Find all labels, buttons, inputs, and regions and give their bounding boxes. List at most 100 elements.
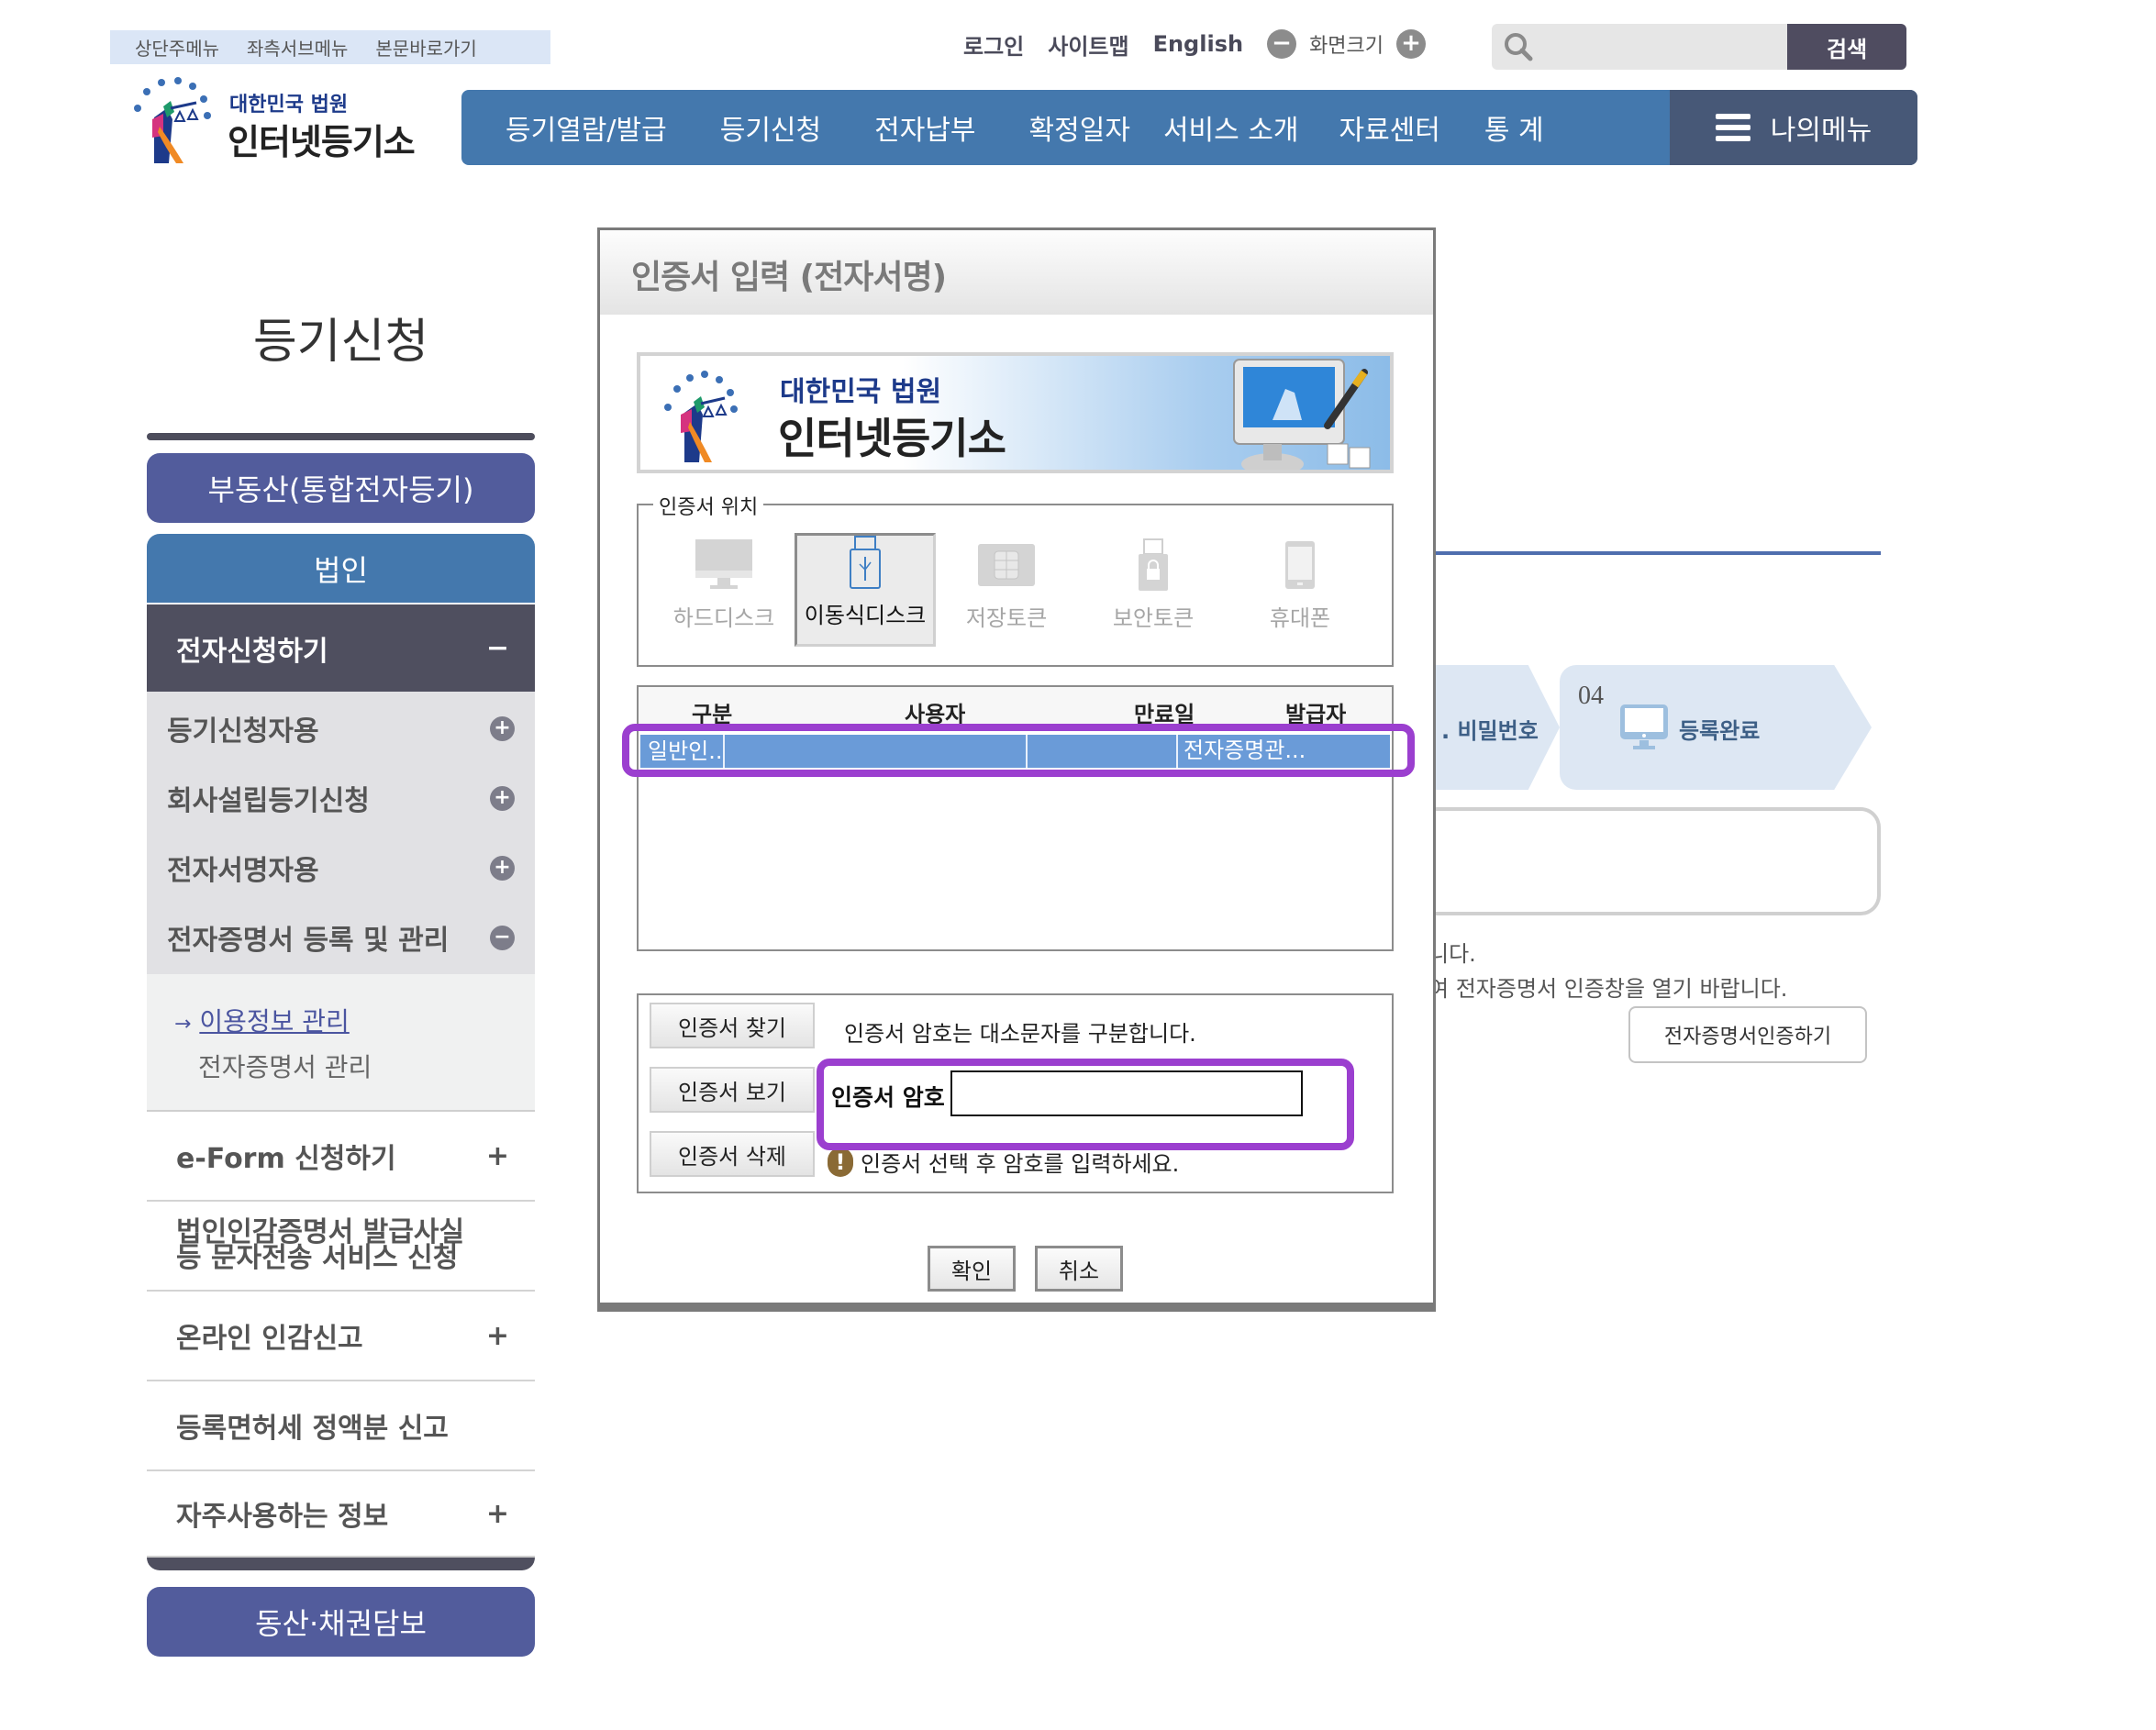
expand-icon: +: [490, 715, 515, 741]
sidebar-item-label-line2: 등 문자전송 서비스 신청: [176, 1242, 459, 1274]
monitor-icon: [1620, 704, 1668, 749]
skip-to-left-menu-link[interactable]: 좌측서브메뉴: [247, 34, 348, 61]
court-emblem-icon: [664, 371, 738, 462]
lock-token-icon: [1137, 538, 1170, 593]
sidebar-item-label: 회사설립등기신청: [167, 785, 370, 817]
search-bar: 검색: [1492, 24, 1906, 70]
sidebar-item-license-tax[interactable]: 등록면허세 정액분 신고: [147, 1381, 535, 1471]
sidebar-link-usage-info[interactable]: → 이용정보 관리: [174, 1002, 350, 1038]
nav-item-service-intro[interactable]: 서비스 소개: [1163, 107, 1339, 148]
dialog-header: 인증서 입력 (전자서명): [600, 230, 1433, 315]
sidebar-item-label: 등기신청자용: [167, 715, 319, 748]
certificate-dialog: 인증서 입력 (전자서명) 대한민국 법원 인터넷등기소 인증서 위치 하드디스…: [597, 227, 1436, 1312]
view-certificate-button[interactable]: 인증서 보기: [650, 1067, 815, 1113]
nav-item-fixed-date[interactable]: 확정일자: [1029, 107, 1163, 148]
step-4-label: 등록완료: [1679, 718, 1761, 744]
cancel-button[interactable]: 취소: [1035, 1246, 1123, 1292]
ok-button[interactable]: 확인: [928, 1246, 1016, 1292]
step-3-label: . 비밀번호: [1441, 718, 1539, 744]
arrow-right-icon: →: [174, 1013, 192, 1036]
case-sensitive-note: 인증서 암호는 대소문자를 구분합니다.: [844, 1021, 1196, 1047]
sidebar-e-apply-label: 전자신청하기: [176, 635, 328, 668]
dialog-banner: 대한민국 법원 인터넷등기소: [637, 352, 1394, 473]
sidebar-e-certificate-submenu: → 이용정보 관리 전자증명서 관리: [147, 974, 535, 1112]
english-link[interactable]: English: [1153, 31, 1243, 57]
nav-item-statistics[interactable]: 통 계: [1484, 107, 1544, 148]
step-4: 04 등록완료: [1560, 665, 1872, 790]
sidebar-bottom-cap: [147, 1556, 535, 1570]
nav-item-registration-apply[interactable]: 등기신청: [720, 107, 874, 148]
warning-message: ! 인증서 선택 후 암호를 입력하세요.: [828, 1146, 1179, 1178]
sidebar-link-cert-manage[interactable]: 전자증명서 관리: [198, 1048, 372, 1084]
location-removable-disk[interactable]: 이동식디스크: [795, 533, 936, 647]
step-4-number: 04: [1578, 682, 1604, 710]
expand-icon: +: [490, 785, 515, 811]
delete-certificate-button[interactable]: 인증서 삭제: [650, 1131, 815, 1177]
location-label: 휴대폰: [1269, 605, 1331, 631]
banner-site-name: 인터넷등기소: [778, 414, 1006, 463]
sidebar-real-estate-button[interactable]: 부동산(통합전자등기): [147, 453, 535, 523]
nav-item-e-payment[interactable]: 전자납부: [874, 107, 1028, 148]
chip-card-icon: [976, 538, 1037, 593]
collapse-icon: −: [485, 632, 509, 664]
sidebar-link-label: 이용정보 관리: [199, 1006, 350, 1037]
table-header: 구분 사용자 만료일 발급자: [639, 687, 1392, 727]
nav-item-data-center[interactable]: 자료센터: [1339, 107, 1484, 148]
sidebar-item-company-setup[interactable]: 회사설립등기신청 +: [147, 763, 535, 833]
sidebar-item-sms-service[interactable]: 법인인감증명서 발급사실 등 문자전송 서비스 신청: [147, 1202, 535, 1292]
certificate-location-group: 인증서 위치 하드디스크 이동식디스크 저장토큰 보안토큰 휴대폰: [637, 491, 1394, 667]
skip-to-top-menu-link[interactable]: 상단주메뉴: [135, 34, 219, 61]
sidebar-item-online-seal[interactable]: 온라인 인감신고 +: [147, 1292, 535, 1381]
search-input[interactable]: [1544, 24, 1788, 70]
sidebar-item-e-certificate[interactable]: 전자증명서 등록 및 관리 −: [147, 903, 535, 972]
location-storage-token[interactable]: 저장토큰: [936, 533, 1077, 647]
sidebar-movable-collateral-button[interactable]: 동산·채권담보: [147, 1587, 535, 1657]
sidebar-item-label: 온라인 인감신고: [176, 1323, 363, 1355]
section-divider: [1434, 551, 1881, 555]
location-label: 보안토큰: [1112, 605, 1195, 631]
plus-icon: +: [485, 1319, 509, 1352]
zoom-out-button[interactable]: −: [1267, 29, 1297, 59]
skip-navigation: 상단주메뉴 좌측서브메뉴 본문바로가기: [110, 30, 550, 64]
court-emblem-icon: [134, 77, 211, 163]
zoom-in-button[interactable]: +: [1396, 29, 1427, 59]
sidebar-corporation-header[interactable]: 법인: [147, 534, 535, 603]
nav-item-view-issue[interactable]: 등기열람/발급: [506, 107, 720, 148]
sitemap-link[interactable]: 사이트맵: [1048, 28, 1128, 61]
sidebar-title: 등기신청: [252, 315, 429, 370]
my-menu-button[interactable]: 나의메뉴: [1670, 90, 1917, 165]
sidebar-item-label: 자주사용하는 정보: [176, 1501, 389, 1533]
step-3: . 비밀번호: [1434, 665, 1560, 790]
warning-icon: !: [828, 1147, 853, 1177]
location-security-token[interactable]: 보안토큰: [1083, 533, 1224, 647]
site-logo[interactable]: 대한민국 법원 인터넷등기소: [119, 72, 431, 171]
sidebar-item-label: 전자서명자용: [167, 855, 319, 887]
logo-site-name: 인터넷등기소: [228, 122, 416, 162]
search-button[interactable]: 검색: [1787, 24, 1906, 70]
location-label: 하드디스크: [672, 605, 775, 631]
warning-text: 인증서 선택 후 암호를 입력하세요.: [861, 1151, 1180, 1177]
sidebar-e-apply[interactable]: 전자신청하기 −: [147, 604, 535, 692]
sidebar-item-eform[interactable]: e-Form 신청하기 +: [147, 1112, 535, 1202]
sidebar-item-frequent-info[interactable]: 자주사용하는 정보 +: [147, 1471, 535, 1556]
skip-to-content-link[interactable]: 본문바로가기: [375, 34, 476, 61]
sidebar-item-label: 등록면허세 정액분 신고: [176, 1413, 449, 1445]
location-mobile-phone[interactable]: 휴대폰: [1229, 533, 1371, 647]
location-label: 저장토큰: [965, 605, 1048, 631]
find-certificate-button[interactable]: 인증서 찾기: [650, 1003, 815, 1048]
e-certificate-auth-button[interactable]: 전자증명서인증하기: [1628, 1006, 1867, 1063]
location-hard-disk[interactable]: 하드디스크: [653, 533, 795, 647]
banner-org-text: 대한민국 법원: [780, 376, 942, 408]
dialog-title: 인증서 입력 (전자서명): [631, 259, 947, 296]
login-link[interactable]: 로그인: [963, 28, 1024, 61]
sidebar-item-registrant[interactable]: 등기신청자용 +: [147, 693, 535, 763]
search-icon: [1492, 24, 1544, 70]
password-highlight: [817, 1059, 1354, 1150]
expand-icon: +: [490, 855, 515, 881]
hamburger-icon: [1715, 114, 1750, 141]
location-legend: 인증서 위치: [653, 491, 764, 520]
usb-icon: [847, 535, 884, 590]
screen-size-label: 화면크기: [1309, 35, 1384, 58]
computer-pen-illustration: [1233, 359, 1371, 470]
sidebar-item-e-signer[interactable]: 전자서명자용 +: [147, 833, 535, 903]
